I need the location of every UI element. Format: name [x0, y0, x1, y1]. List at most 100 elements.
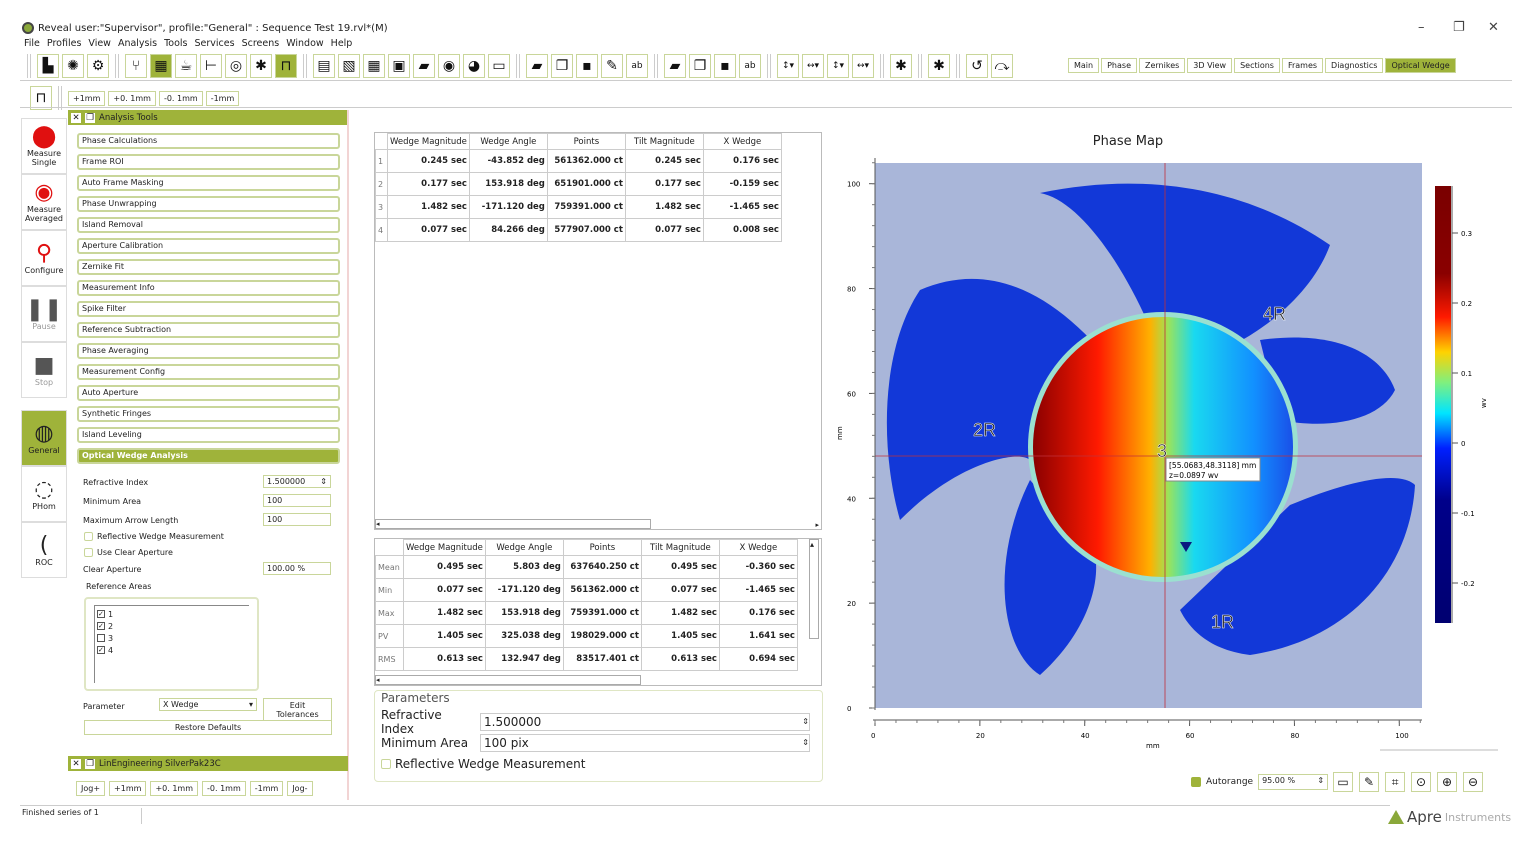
- tab-phase[interactable]: Phase: [1101, 58, 1137, 73]
- settings-2-button[interactable]: ✱: [928, 54, 950, 78]
- tool-island-leveling[interactable]: Island Leveling: [77, 427, 340, 443]
- float-icon[interactable]: ❐: [85, 112, 95, 123]
- sidebar-measure-averaged[interactable]: ◉ Measure Averaged: [21, 174, 67, 230]
- folder-button[interactable]: ▰: [526, 54, 548, 78]
- eye-button[interactable]: ◕: [463, 54, 485, 78]
- tree-button[interactable]: ⊢: [200, 54, 222, 78]
- stage-jog-button[interactable]: Jog+: [76, 781, 106, 796]
- parameter-select[interactable]: X Wedge ▾: [159, 698, 257, 711]
- column-header[interactable]: Wedge Angle: [484, 539, 564, 556]
- menu-tools[interactable]: Tools: [164, 38, 187, 49]
- tab-optical-wedge[interactable]: Optical Wedge: [1385, 58, 1456, 73]
- tool-measurement-info[interactable]: Measurement Info: [77, 280, 340, 296]
- tool-synthetic-fringes[interactable]: Synthetic Fringes: [77, 406, 340, 422]
- vertical-measure-button[interactable]: ↕▾: [777, 54, 799, 78]
- horizontal-scrollbar[interactable]: ◂: [375, 519, 651, 529]
- refractive-spinbox[interactable]: 1.500000 ⇕: [480, 712, 810, 731]
- column-header[interactable]: X Wedge: [702, 133, 782, 150]
- table-row[interactable]: 2 0.177 sec 153.918 deg 651901.000 ct 0.177 …: [375, 172, 802, 196]
- float-icon[interactable]: ❐: [85, 758, 95, 769]
- horizontal-measure-button[interactable]: ↔▾: [802, 54, 824, 78]
- tool-optical-wedge-analysis[interactable]: Optical Wedge Analysis: [77, 448, 340, 464]
- table-row[interactable]: 3 1.482 sec -171.120 deg 759391.000 ct 1.482…: [375, 195, 802, 219]
- menu-help[interactable]: Help: [331, 38, 353, 49]
- sidebar-roc[interactable]: (ROC: [21, 522, 67, 578]
- spin-arrows-icon[interactable]: ⇕: [802, 738, 809, 747]
- phase-map-plot[interactable]: 2R 4R 1R 3 [55.0683,48.3118] mm z=0.0897…: [830, 150, 1530, 760]
- menu-window[interactable]: Window: [286, 38, 323, 49]
- gauge-wrench-button[interactable]: ⚙: [87, 54, 109, 78]
- fork-button[interactable]: ⑂: [125, 54, 147, 78]
- rename-button[interactable]: ab: [626, 54, 648, 78]
- close-icon[interactable]: ✕: [71, 112, 81, 123]
- min-area-input[interactable]: 100: [263, 494, 331, 507]
- tab-frames[interactable]: Frames: [1281, 58, 1324, 73]
- range-spinbox[interactable]: 95.00 % ⇕: [1258, 774, 1329, 790]
- new-file-button[interactable]: ▙: [37, 54, 59, 78]
- horizontal-micro-button[interactable]: ↔▾: [852, 54, 874, 78]
- refractive-index-spinbox[interactable]: 1.500000 ⇕: [263, 475, 331, 488]
- edit-tolerances-button[interactable]: Edit Tolerances: [263, 698, 332, 722]
- stage-jog-button[interactable]: +0. 1mm: [150, 781, 198, 796]
- tool-auto-frame-masking[interactable]: Auto Frame Masking: [77, 175, 340, 191]
- light-button[interactable]: ✺: [62, 54, 84, 78]
- sidebar-pause[interactable]: ❚❚ Pause: [21, 286, 67, 342]
- autorange-checkbox[interactable]: [1191, 777, 1201, 787]
- scroll-right-icon[interactable]: ▸: [815, 521, 819, 529]
- table-row[interactable]: 4 0.077 sec 84.266 deg 577907.000 ct 0.077 s…: [375, 218, 802, 242]
- close-icon[interactable]: ✕: [71, 758, 81, 769]
- table-row[interactable]: Max 1.482 sec 153.918 deg 759391.000 ct 1.48…: [375, 601, 818, 625]
- menu-view[interactable]: View: [88, 38, 111, 49]
- column-header[interactable]: Wedge Angle: [468, 133, 548, 150]
- tool-reference-subtraction[interactable]: Reference Subtraction: [77, 322, 340, 338]
- clear-aperture-checkbox[interactable]: Use Clear Aperture: [84, 548, 173, 557]
- redo-button[interactable]: ⤼: [991, 54, 1013, 78]
- restore-button[interactable]: ❐: [1453, 20, 1465, 35]
- stage-jog-button[interactable]: Jog-: [287, 781, 313, 796]
- stage-button[interactable]: ⊓: [275, 54, 297, 78]
- tool-phase-calculations[interactable]: Phase Calculations: [77, 133, 340, 149]
- target-button[interactable]: ◎: [225, 54, 247, 78]
- column-header[interactable]: Tilt Magnitude: [640, 539, 720, 556]
- open-button[interactable]: ▰: [413, 54, 435, 78]
- tool-spike-filter[interactable]: Spike Filter: [77, 301, 340, 317]
- table-row[interactable]: Mean 0.495 sec 5.803 deg 637640.250 ct 0.495…: [375, 555, 818, 579]
- wrench-button[interactable]: ✎: [1359, 772, 1380, 792]
- menu-screens[interactable]: Screens: [242, 38, 280, 49]
- tool-island-removal[interactable]: Island Removal: [77, 217, 340, 233]
- clear-aperture-input[interactable]: 100.00 %: [263, 562, 331, 575]
- menu-file[interactable]: File: [24, 38, 40, 49]
- vertical-micro-button[interactable]: ↕▾: [827, 54, 849, 78]
- reference-area-item[interactable]: ✓ 4: [97, 644, 247, 656]
- reference-area-item[interactable]: ✓ 1: [97, 608, 247, 620]
- checkbox[interactable]: ✓: [97, 646, 105, 654]
- spin-arrows-icon[interactable]: ⇕: [320, 477, 327, 486]
- min-area-spinbox[interactable]: 100 pix ⇕: [480, 733, 810, 752]
- zoom-button[interactable]: ⊙: [1411, 772, 1432, 792]
- settings-button[interactable]: ✱: [890, 54, 912, 78]
- table-row[interactable]: RMS 0.613 sec 132.947 deg 83517.401 ct 0.613…: [375, 647, 818, 671]
- jog-button[interactable]: -1mm: [205, 90, 240, 106]
- fit-button[interactable]: ⌗: [1385, 772, 1406, 792]
- clipboard-button[interactable]: ▭: [1333, 772, 1354, 792]
- column-header[interactable]: Points: [562, 539, 642, 556]
- sidebar-stop[interactable]: ■ Stop: [21, 342, 67, 398]
- vertical-scrollbar[interactable]: ▴: [809, 539, 819, 639]
- sidebar-general[interactable]: ◍ General: [21, 410, 67, 466]
- save-button[interactable]: ▣: [388, 54, 410, 78]
- clipboard-button[interactable]: ▭: [488, 54, 510, 78]
- max-arrow-input[interactable]: 100: [263, 513, 331, 526]
- tab-sections[interactable]: Sections: [1234, 58, 1280, 73]
- undo-button[interactable]: ↺: [966, 54, 988, 78]
- table-row[interactable]: PV 1.405 sec 325.038 deg 198029.000 ct 1.405…: [375, 624, 818, 648]
- sidebar-configure[interactable]: ⚲ Configure: [21, 230, 67, 286]
- tool-auto-aperture[interactable]: Auto Aperture: [77, 385, 340, 401]
- reference-area-item[interactable]: 3: [97, 632, 247, 644]
- tool-aperture-calibration[interactable]: Aperture Calibration: [77, 238, 340, 254]
- grid-button[interactable]: ▦: [150, 54, 172, 78]
- raw-open-button[interactable]: ▰: [664, 54, 686, 78]
- print-button[interactable]: ▧: [338, 54, 360, 78]
- column-header[interactable]: Points: [546, 133, 626, 150]
- horizontal-scrollbar[interactable]: ◂: [375, 675, 641, 685]
- tab-zernikes[interactable]: Zernikes: [1139, 58, 1186, 73]
